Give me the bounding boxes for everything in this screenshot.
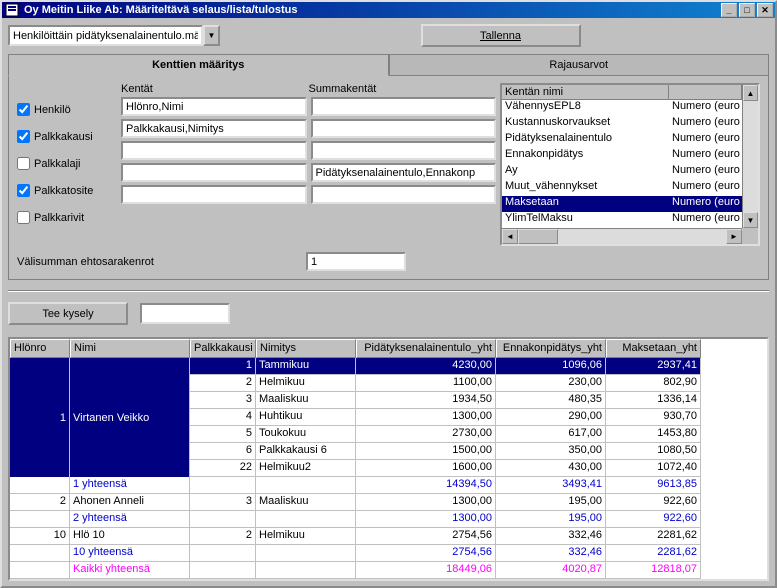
titlebar: Oy Meitin Liike Ab: Määriteltävä selaus/…: [2, 2, 775, 18]
label-summa: Summakentät: [309, 83, 497, 97]
grid-col-header[interactable]: Nimi: [70, 339, 190, 358]
tab-fields[interactable]: Kenttien määritys: [8, 54, 389, 76]
table-row[interactable]: 3Maaliskuu1934,50480,351336,14: [190, 392, 701, 409]
table-row[interactable]: 2Ahonen Anneli3Maaliskuu1300,00195,00922…: [10, 494, 767, 511]
field-2[interactable]: [121, 119, 307, 138]
field-1[interactable]: [121, 97, 307, 116]
table-row[interactable]: 2Helmikuu1100,00230,00802,90: [190, 375, 701, 392]
list-hscroll[interactable]: ◄►: [502, 228, 758, 244]
chk-palkkarivit[interactable]: Palkkarivit: [17, 207, 117, 228]
close-button[interactable]: ✕: [757, 3, 773, 17]
grid-col-header[interactable]: Maksetaan_yht: [606, 339, 701, 358]
subtotal-row: 1 yhteensä14394,503493,419613,85: [10, 477, 767, 494]
preset-input[interactable]: [8, 25, 203, 46]
combo-dropdown-button[interactable]: ▼: [203, 25, 220, 46]
result-grid[interactable]: HlönroNimiPalkkakausiNimitysPidätyksenal…: [8, 337, 769, 581]
scroll-left-button[interactable]: ◄: [502, 229, 518, 244]
list-item[interactable]: EnnakonpidätysNumero (euro: [502, 148, 758, 164]
list-item[interactable]: PidätyksenalainentuloNumero (euro: [502, 132, 758, 148]
label-kentat: Kentät: [121, 83, 309, 97]
list-hdr-name: Kentän nimi: [502, 85, 669, 99]
sumrak-input[interactable]: [306, 252, 406, 271]
save-label: Tallenna: [480, 30, 521, 42]
table-row[interactable]: 1Tammikuu4230,001096,062937,41: [190, 358, 701, 375]
app-window: Oy Meitin Liike Ab: Määriteltävä selaus/…: [0, 0, 777, 588]
total-row: Kaikki yhteensä18449,064020,8712818,07: [10, 562, 767, 579]
field-4[interactable]: [121, 163, 307, 182]
sum-4[interactable]: [311, 163, 497, 182]
app-icon: [4, 2, 20, 18]
table-row[interactable]: 4Huhtikuu1300,00290,00930,70: [190, 409, 701, 426]
minimize-button[interactable]: _: [721, 3, 737, 17]
config-panel: Kenttien määritys Rajausarvot Henkilö Pa…: [8, 55, 769, 280]
table-row[interactable]: 6Palkkakausi 61500,00350,001080,50: [190, 443, 701, 460]
table-row[interactable]: 10Hlö 102Helmikuu2754,56332,462281,62: [10, 528, 767, 545]
sum-3[interactable]: [311, 141, 497, 160]
list-item[interactable]: AyNumero (euro: [502, 164, 758, 180]
sum-1[interactable]: [311, 97, 497, 116]
field-5[interactable]: [121, 185, 307, 204]
grid-col-header[interactable]: Nimitys: [256, 339, 356, 358]
list-item[interactable]: VähennysEPL8Numero (euro: [502, 100, 758, 116]
grid-col-header[interactable]: Pidätyksenalainentulo_yht: [356, 339, 496, 358]
list-vscroll[interactable]: ▲▼: [742, 85, 758, 228]
scroll-down-button[interactable]: ▼: [743, 212, 758, 228]
subtotal-row: 10 yhteensä2754,56332,462281,62: [10, 545, 767, 562]
table-row[interactable]: 22Helmikuu21600,00430,001072,40: [190, 460, 701, 477]
field-list[interactable]: Kentän nimi VähennysEPL8Numero (euroKust…: [500, 83, 760, 246]
list-item[interactable]: KustannuskorvauksetNumero (euro: [502, 116, 758, 132]
sum-2[interactable]: [311, 119, 497, 138]
list-item[interactable]: MaksetaanNumero (euro: [502, 196, 758, 212]
list-item[interactable]: YlimTelMaksuNumero (euro: [502, 212, 758, 228]
scroll-up-button[interactable]: ▲: [743, 85, 758, 101]
chk-palkkatosite[interactable]: Palkkatosite: [17, 180, 117, 201]
chk-henkilo[interactable]: Henkilö: [17, 99, 117, 120]
subtotal-row: 2 yhteensä1300,00195,00922,60: [10, 511, 767, 528]
preset-combo[interactable]: ▼: [8, 25, 220, 46]
label-sumrak: Välisumman ehtosarakenrot: [17, 256, 154, 268]
grid-col-header[interactable]: Hlönro: [10, 339, 70, 358]
query-button[interactable]: Tee kysely: [8, 302, 128, 325]
chk-palkkakausi[interactable]: Palkkakausi: [17, 126, 117, 147]
maximize-button[interactable]: □: [739, 3, 755, 17]
tab-filters[interactable]: Rajausarvot: [389, 54, 770, 76]
save-button[interactable]: Tallenna: [421, 24, 581, 47]
field-3[interactable]: [121, 141, 307, 160]
status-field: [140, 303, 230, 324]
sum-5[interactable]: [311, 185, 497, 204]
list-item[interactable]: Muut_vähennyksetNumero (euro: [502, 180, 758, 196]
scroll-right-button[interactable]: ►: [726, 229, 742, 244]
chk-palkkalaji[interactable]: Palkkalaji: [17, 153, 117, 174]
grid-col-header[interactable]: Palkkakausi: [190, 339, 256, 358]
table-row[interactable]: 5Toukokuu2730,00617,001453,80: [190, 426, 701, 443]
grid-col-header[interactable]: Ennakonpidätys_yht: [496, 339, 606, 358]
window-title: Oy Meitin Liike Ab: Määriteltävä selaus/…: [24, 4, 297, 16]
